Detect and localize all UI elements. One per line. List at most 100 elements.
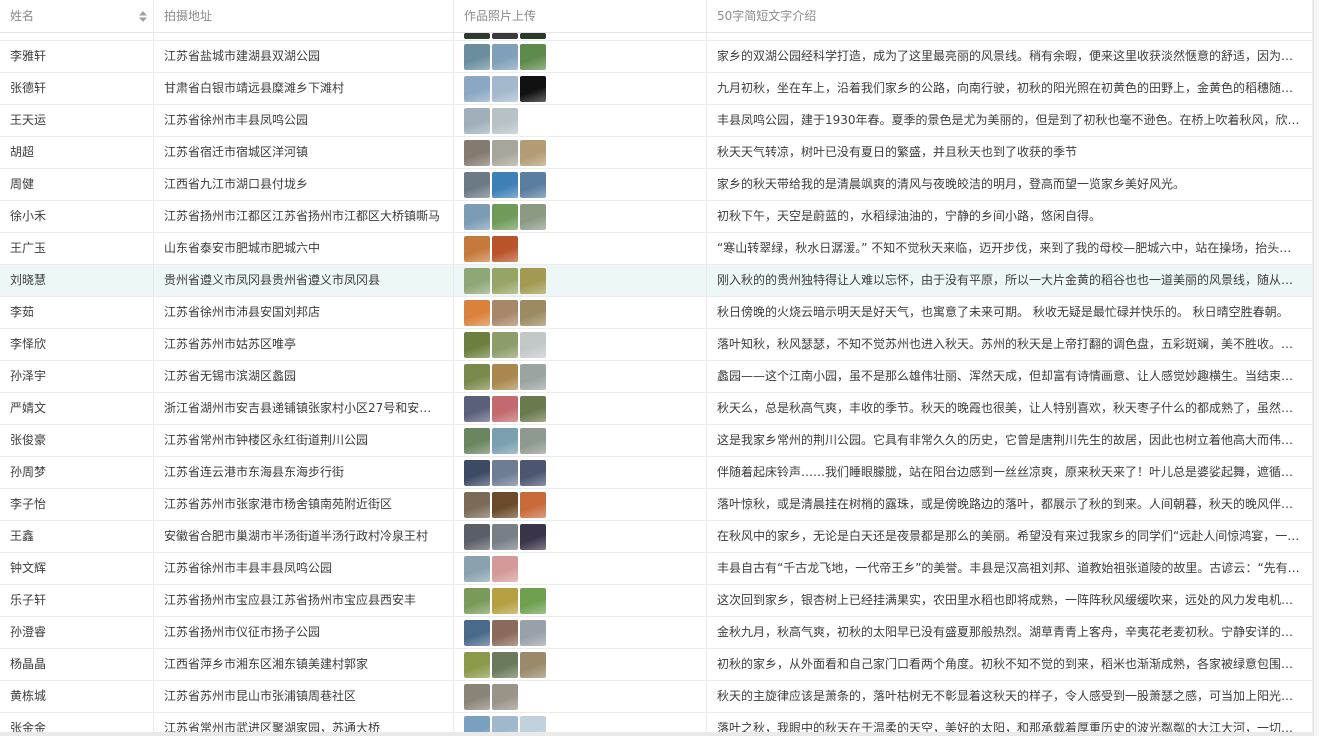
table-row[interactable]: 孙泽宇 江苏省无锡市滨湖区蠡园 蠡园——这个江南小园，虽不是那么雄伟壮丽、浑然天成，… — [0, 361, 1313, 393]
cell-photos[interactable] — [454, 297, 707, 328]
photo-thumbnail[interactable] — [492, 619, 518, 646]
cell-name[interactable]: 王鑫 — [0, 521, 154, 552]
cell-address[interactable]: 贵州省遵义市凤冈县贵州省遵义市凤冈县 — [154, 265, 454, 296]
table-row[interactable]: 黄栋城 江苏省苏州市昆山市张浦镇周巷社区 秋天的主旋律应该是萧条的，落叶枯树无不彰显… — [0, 681, 1313, 713]
table-row[interactable]: 徐小禾 江苏省扬州市江都区江苏省扬州市江都区大桥镇嘶马 初秋下午，天空是蔚蓝的，水稻… — [0, 201, 1313, 233]
cell-description[interactable]: 落叶知秋，秋风瑟瑟，不知不觉苏州也进入秋天。苏州的秋天是上帝打翻的调色盘，五彩斑… — [707, 329, 1313, 360]
table-row[interactable]: 王天运 江苏省徐州市丰县凤鸣公园 丰县凤鸣公园，建于1930年春。夏季的景色是尤为美… — [0, 105, 1313, 137]
photo-thumbnail[interactable] — [492, 299, 518, 326]
cell-address[interactable]: 江苏省扬州市仪征市扬子公园 — [154, 617, 454, 648]
photo-thumbnail[interactable] — [492, 267, 518, 294]
photo-thumbnail[interactable] — [464, 491, 490, 518]
table-row[interactable]: 刘晓慧 贵州省遵义市凤冈县贵州省遵义市凤冈县 刚入秋的的贵州独特得让人难以忘怀，由于… — [0, 265, 1313, 297]
photo-thumbnail[interactable] — [492, 651, 518, 678]
photo-thumbnail[interactable] — [464, 171, 490, 198]
cell-name[interactable]: 严婧文 — [0, 393, 154, 424]
cell-photos[interactable] — [454, 681, 707, 712]
table-row[interactable]: 孙周梦 江苏省连云港市东海县东海步行街 伴随着起床铃声……我们睡眼朦胧，站在阳台边感… — [0, 457, 1313, 489]
cell-address[interactable]: 江苏省苏州市张家港市杨舍镇南苑附近街区 — [154, 489, 454, 520]
cell-photos[interactable] — [454, 425, 707, 456]
photo-thumbnail[interactable] — [492, 139, 518, 166]
cell-address[interactable]: 甘肃省白银市靖远县糜滩乡下滩村 — [154, 73, 454, 104]
cell-address[interactable]: 江苏省徐州市沛县安国刘邦店 — [154, 297, 454, 328]
cell-description[interactable]: 在秋风中的家乡，无论是白天还是夜景都是那么的美丽。希望没有来过我家乡的同学们“远… — [707, 521, 1313, 552]
cell-name[interactable]: 刘晓慧 — [0, 265, 154, 296]
photo-thumbnail[interactable] — [492, 43, 518, 70]
cell-name[interactable]: 王广玉 — [0, 233, 154, 264]
photo-thumbnail[interactable] — [520, 331, 546, 358]
cell-name[interactable]: 张俊豪 — [0, 425, 154, 456]
photo-thumbnail[interactable] — [492, 75, 518, 102]
photo-thumbnail[interactable] — [492, 363, 518, 390]
table-row[interactable]: 周健 江西省九江市湖口县付垅乡 家乡的秋天带给我的是清晨飒爽的清风与夜晚皎洁的明月，… — [0, 169, 1313, 201]
cell-photos[interactable] — [454, 649, 707, 680]
cell-photos[interactable] — [454, 457, 707, 488]
cell-description[interactable]: 秋天么，总是秋高气爽，丰收的季节。秋天的晚霞也很美，让人特别喜欢，秋天枣子什么的… — [707, 393, 1313, 424]
cell-name[interactable]: 李茹 — [0, 297, 154, 328]
cell-name[interactable]: 李怿欣 — [0, 329, 154, 360]
photo-thumbnail[interactable] — [464, 459, 490, 486]
photo-thumbnail[interactable] — [520, 43, 546, 70]
cell-description[interactable]: 丰县自古有“千古龙飞地，一代帝王乡”的美誉。丰县是汉高祖刘邦、道教始祖张道陵的故… — [707, 553, 1313, 584]
cell-photos[interactable] — [454, 73, 707, 104]
cell-description[interactable]: 落叶惊秋，或是清晨挂在树梢的露珠，或是傍晚路边的落叶，都展示了秋的到来。人间朝暮… — [707, 489, 1313, 520]
cell-photos[interactable] — [454, 617, 707, 648]
header-address[interactable]: 拍摄地址 — [154, 0, 454, 32]
photo-thumbnail[interactable] — [492, 491, 518, 518]
table-row[interactable]: 李雅轩 江苏省盐城市建湖县双湖公园 家乡的双湖公园经科学打造，成为了这里最亮丽的风景… — [0, 41, 1313, 73]
cell-photos[interactable] — [454, 105, 707, 136]
cell-address[interactable]: 江苏省无锡市滨湖区蠡园 — [154, 361, 454, 392]
photo-thumbnail[interactable] — [464, 139, 490, 166]
header-name[interactable]: 姓名 — [0, 0, 154, 32]
cell-photos[interactable] — [454, 265, 707, 296]
photo-thumbnail[interactable] — [464, 203, 490, 230]
photo-thumbnail[interactable] — [520, 491, 546, 518]
cell-photos[interactable] — [454, 393, 707, 424]
cell-photos[interactable] — [454, 201, 707, 232]
cell-photos[interactable] — [454, 41, 707, 72]
cell-address[interactable]: 江苏省苏州市昆山市张浦镇周巷社区 — [154, 681, 454, 712]
photo-thumbnail[interactable] — [464, 331, 490, 358]
cell-description[interactable]: 这是我家乡常州的荆川公园。它具有非常久久的历史，它曾是唐荆川先生的故居，因此也树… — [707, 425, 1313, 456]
cell-name[interactable]: 杨晶晶 — [0, 649, 154, 680]
photo-thumbnail[interactable] — [520, 523, 546, 550]
table-row[interactable]: 张俊豪 江苏省常州市钟楼区永红街道荆川公园 这是我家乡常州的荆川公园。它具有非常久久… — [0, 425, 1313, 457]
cell-photos[interactable] — [454, 233, 707, 264]
header-description[interactable]: 50字简短文字介绍 — [707, 0, 1313, 32]
photo-thumbnail[interactable] — [464, 651, 490, 678]
photo-thumbnail[interactable] — [492, 523, 518, 550]
cell-name[interactable]: 乐子轩 — [0, 585, 154, 616]
cell-address[interactable]: 山东省泰安市肥城市肥城六中 — [154, 233, 454, 264]
photo-thumbnail[interactable] — [520, 651, 546, 678]
photo-thumbnail[interactable] — [492, 331, 518, 358]
table-row[interactable]: 胡超 江苏省宿迁市宿城区洋河镇 秋天天气转凉，树叶已没有夏日的繁盛，并且秋天也到了收… — [0, 137, 1313, 169]
cell-name[interactable]: 黄栋城 — [0, 681, 154, 712]
cell-address[interactable]: 江苏省徐州市丰县丰县凤鸣公园 — [154, 553, 454, 584]
cell-address[interactable]: 江西省萍乡市湘东区湘东镇美建村郭家 — [154, 649, 454, 680]
photo-thumbnail[interactable] — [520, 587, 546, 614]
photo-thumbnail[interactable] — [492, 555, 518, 582]
cell-name[interactable]: 李子怡 — [0, 489, 154, 520]
cell-name[interactable]: 孙周梦 — [0, 457, 154, 488]
cell-photos[interactable] — [454, 553, 707, 584]
photo-thumbnail[interactable] — [464, 363, 490, 390]
photo-thumbnail[interactable] — [492, 427, 518, 454]
cell-address[interactable]: 江苏省扬州市江都区江苏省扬州市江都区大桥镇嘶马 — [154, 201, 454, 232]
cell-photos[interactable] — [454, 585, 707, 616]
cell-photos[interactable] — [454, 361, 707, 392]
cell-description[interactable]: 丰县凤鸣公园，建于1930年春。夏季的景色是尤为美丽的，但是到了初秋也毫不逊色。… — [707, 105, 1313, 136]
table-row[interactable]: 张德轩 甘肃省白银市靖远县糜滩乡下滩村 九月初秋，坐在车上，沿着我们家乡的公路，向南… — [0, 73, 1313, 105]
cell-description[interactable]: 秋日傍晚的火烧云暗示明天是好天气，也寓意了未来可期。 秋收无疑是最忙碌并快乐的。… — [707, 297, 1313, 328]
photo-thumbnail[interactable] — [520, 171, 546, 198]
photo-thumbnail[interactable] — [520, 427, 546, 454]
horizontal-scrollbar[interactable] — [0, 732, 1313, 736]
photo-thumbnail[interactable] — [492, 171, 518, 198]
table-row[interactable]: 李茹 江苏省徐州市沛县安国刘邦店 秋日傍晚的火烧云暗示明天是好天气，也寓意了未来可期… — [0, 297, 1313, 329]
cell-description[interactable]: 伴随着起床铃声……我们睡眼朦胧，站在阳台边感到一丝丝凉爽，原来秋天来了！叶儿总是… — [707, 457, 1313, 488]
cell-address[interactable]: 江苏省扬州市宝应县江苏省扬州市宝应县西安丰 — [154, 585, 454, 616]
cell-address[interactable]: 江苏省苏州市姑苏区唯亭 — [154, 329, 454, 360]
cell-name[interactable]: 张德轩 — [0, 73, 154, 104]
sort-updown-icon[interactable] — [139, 11, 147, 22]
cell-name[interactable]: 徐小禾 — [0, 201, 154, 232]
photo-thumbnail[interactable] — [492, 33, 518, 39]
